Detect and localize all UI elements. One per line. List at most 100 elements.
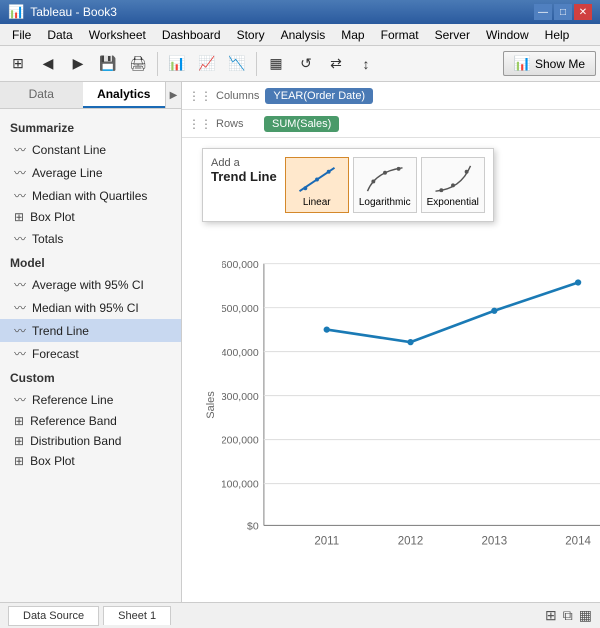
svg-text:$0: $0 [247, 522, 259, 533]
new-sheet-icon[interactable]: ⊞ [545, 607, 557, 624]
sheet1-tab[interactable]: Sheet 1 [103, 606, 171, 625]
data-source-tab[interactable]: Data Source [8, 606, 99, 626]
svg-text:2013: 2013 [482, 535, 508, 547]
panel-tabs: Data Analytics ▶ [0, 82, 181, 109]
toolbar-chart3[interactable]: 📉 [223, 50, 251, 78]
totals-icon: 〰 [14, 230, 26, 247]
item-average-ci[interactable]: 〰 Average with 95% CI [0, 273, 181, 296]
tab-analytics[interactable]: Analytics [83, 82, 166, 108]
show-me-button[interactable]: 📊 Show Me [503, 51, 596, 76]
menu-dashboard[interactable]: Dashboard [154, 26, 229, 44]
duplicate-sheet-icon[interactable]: ⧉ [563, 607, 573, 624]
item-box-plot-1[interactable]: ⊞ Box Plot [0, 207, 181, 227]
average-ci-icon: 〰 [14, 276, 26, 293]
menu-help[interactable]: Help [537, 26, 578, 44]
rows-label: ⋮⋮ Rows [188, 117, 258, 131]
item-median-quartiles[interactable]: 〰 Median with Quartiles [0, 184, 181, 207]
median-ci-icon: 〰 [14, 299, 26, 316]
rows-pill[interactable]: SUM(Sales) [264, 116, 339, 132]
trend-option-linear[interactable]: Linear [285, 157, 349, 213]
logarithmic-label: Logarithmic [359, 197, 411, 208]
columns-pill[interactable]: YEAR(Order Date) [265, 88, 373, 104]
section-custom: Custom [0, 365, 181, 388]
item-totals[interactable]: 〰 Totals [0, 227, 181, 250]
columns-shelf: ⋮⋮ Columns YEAR(Order Date) [182, 82, 600, 110]
item-box-plot-2[interactable]: ⊞ Box Plot [0, 451, 181, 471]
svg-text:2011: 2011 [314, 535, 339, 547]
title-bar: 📊 Tableau - Book3 — □ ✕ [0, 0, 600, 24]
tab-data[interactable]: Data [0, 82, 83, 108]
panel-collapse-arrow[interactable]: ▶ [165, 82, 181, 108]
toolbar-new[interactable]: ⊞ [4, 50, 32, 78]
item-reference-line[interactable]: 〰 Reference Line [0, 388, 181, 411]
toolbar-chart1[interactable]: 📊 [163, 50, 191, 78]
toolbar-sep2 [256, 52, 257, 76]
status-bar: Data Source Sheet 1 ⊞ ⧉ ▦ [0, 602, 600, 628]
toolbar-swap[interactable]: ⇄ [322, 50, 350, 78]
trend-line-label: Trend Line [211, 169, 277, 184]
trend-option-exponential[interactable]: Exponential [421, 157, 485, 213]
item-median-ci[interactable]: 〰 Median with 95% CI [0, 296, 181, 319]
menu-worksheet[interactable]: Worksheet [81, 26, 154, 44]
forecast-icon: 〰 [14, 345, 26, 362]
menu-bar: File Data Worksheet Dashboard Story Anal… [0, 24, 600, 46]
app-icon: 📊 [8, 4, 24, 20]
item-constant-line[interactable]: 〰 Constant Line [0, 138, 181, 161]
trend-tooltip: Add a Trend Line Linear [202, 148, 494, 222]
trend-line-icon: 〰 [14, 322, 26, 339]
menu-data[interactable]: Data [39, 26, 80, 44]
logarithmic-svg [363, 162, 407, 197]
minimize-button[interactable]: — [534, 4, 552, 20]
svg-text:2014: 2014 [565, 535, 591, 547]
add-label: Add a [211, 157, 277, 169]
toolbar-back[interactable]: ◀ [34, 50, 62, 78]
trend-option-logarithmic[interactable]: Logarithmic [353, 157, 417, 213]
item-average-line[interactable]: 〰 Average Line [0, 161, 181, 184]
toolbar-chart2[interactable]: 📈 [193, 50, 221, 78]
menu-window[interactable]: Window [478, 26, 537, 44]
analytics-content: Summarize 〰 Constant Line 〰 Average Line… [0, 109, 181, 602]
close-button[interactable]: ✕ [574, 4, 592, 20]
svg-text:$100,000: $100,000 [222, 480, 259, 491]
item-distribution-band[interactable]: ⊞ Distribution Band [0, 431, 181, 451]
item-trend-line[interactable]: 〰 Trend Line [0, 319, 181, 342]
reference-line-icon: 〰 [14, 391, 26, 408]
chart-area: Add a Trend Line Linear [182, 138, 600, 602]
toolbar-filter[interactable]: ▦ [262, 50, 290, 78]
svg-text:2012: 2012 [398, 535, 424, 547]
median-quartiles-icon: 〰 [14, 187, 26, 204]
maximize-button[interactable]: □ [554, 4, 572, 20]
chart-container: Sales $600,000 $500,000 $400,000 $300,00… [192, 238, 590, 572]
window-title: Tableau - Book3 [30, 5, 117, 19]
show-me-icon: 📊 [514, 55, 531, 72]
toolbar-save[interactable]: 💾 [94, 50, 122, 78]
menu-file[interactable]: File [4, 26, 39, 44]
toolbar-sort[interactable]: ↕ [352, 50, 380, 78]
constant-line-icon: 〰 [14, 141, 26, 158]
toolbar-forward[interactable]: ▶ [64, 50, 92, 78]
menu-server[interactable]: Server [427, 26, 478, 44]
menu-format[interactable]: Format [373, 26, 427, 44]
box-plot-1-icon: ⊞ [14, 210, 24, 224]
menu-analysis[interactable]: Analysis [273, 26, 334, 44]
toolbar-print[interactable]: 🖨 [124, 50, 152, 78]
svg-text:$200,000: $200,000 [222, 436, 259, 447]
svg-text:$300,000: $300,000 [222, 392, 259, 403]
rows-shelf: ⋮⋮ Rows SUM(Sales) [182, 110, 600, 138]
svg-text:$600,000: $600,000 [222, 260, 259, 271]
trend-options: Linear Logarithmic [285, 157, 485, 213]
section-summarize: Summarize [0, 115, 181, 138]
menu-story[interactable]: Story [229, 26, 273, 44]
toolbar-refresh[interactable]: ↺ [292, 50, 320, 78]
show-me-label: Show Me [535, 57, 585, 71]
right-panel: ⋮⋮ Columns YEAR(Order Date) ⋮⋮ Rows SUM(… [182, 82, 600, 602]
svg-text:$500,000: $500,000 [222, 304, 259, 315]
item-reference-band[interactable]: ⊞ Reference Band [0, 411, 181, 431]
distribution-band-icon: ⊞ [14, 434, 24, 448]
linear-label: Linear [303, 197, 331, 208]
menu-map[interactable]: Map [333, 26, 372, 44]
exponential-svg [431, 162, 475, 197]
exponential-label: Exponential [427, 197, 479, 208]
item-forecast[interactable]: 〰 Forecast [0, 342, 181, 365]
new-dashboard-icon[interactable]: ▦ [579, 607, 592, 624]
